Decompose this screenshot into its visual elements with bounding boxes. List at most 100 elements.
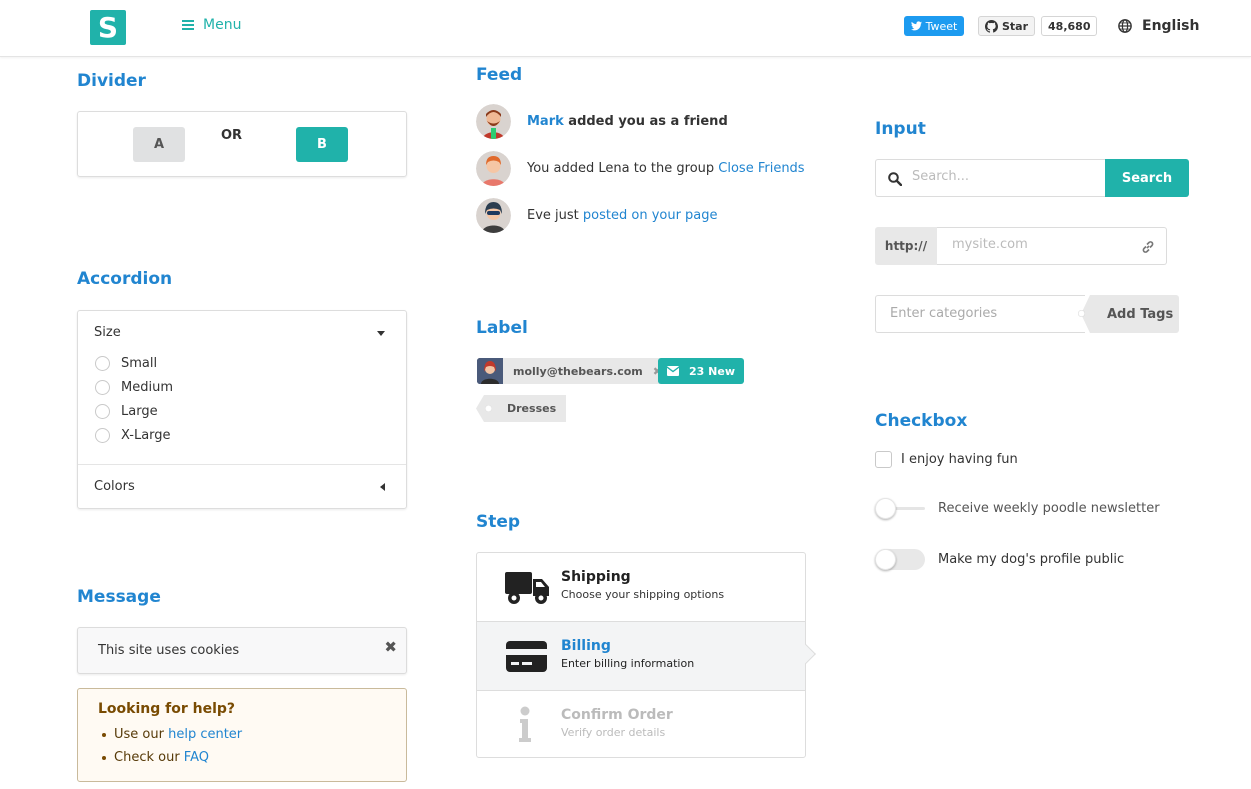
url-prefix-label: http:// <box>875 227 937 265</box>
toggle-knob[interactable] <box>875 549 896 570</box>
newsletter-slider[interactable] <box>875 498 925 519</box>
cookie-message-text: This site uses cookies <box>98 643 240 658</box>
step-description: Enter billing information <box>561 657 695 670</box>
avatar[interactable] <box>476 198 511 233</box>
info-icon <box>519 706 531 742</box>
step-shipping[interactable]: Shipping Choose your shipping options <box>477 553 805 621</box>
faq-link[interactable]: FAQ <box>184 750 209 765</box>
step-title: Shipping <box>561 569 631 585</box>
public-profile-toggle-row[interactable]: Make my dog's profile public <box>875 549 1125 570</box>
step-description: Choose your shipping options <box>561 588 725 601</box>
accordion-title-colors[interactable]: Colors <box>94 479 135 494</box>
feed-event: You added Lena to the group Close Friend… <box>476 151 805 186</box>
list-item: Check our FAQ <box>102 750 209 765</box>
tag-hole <box>1078 310 1085 317</box>
feed-event-text: Eve just <box>527 208 583 223</box>
caret-down-icon[interactable] <box>377 331 385 336</box>
accordion-separator <box>78 464 406 465</box>
categories-field[interactable] <box>875 295 1085 333</box>
avatar[interactable] <box>476 104 511 139</box>
step-title: Billing <box>561 638 611 654</box>
categories-input-group: Add Tags <box>875 295 1180 333</box>
checkbox[interactable] <box>875 451 892 468</box>
site-logo[interactable]: S <box>90 10 126 45</box>
feed-heading: Feed <box>476 65 523 85</box>
step-description: Verify order details <box>561 726 666 739</box>
avatar[interactable] <box>476 151 511 186</box>
github-star-button[interactable]: Star <box>978 16 1036 36</box>
search-button[interactable]: Search <box>1105 159 1189 197</box>
help-message: Looking for help? Use our help center Ch… <box>77 688 407 782</box>
checkbox-heading: Checkbox <box>875 411 968 431</box>
cookie-message: This site uses cookies ✖ <box>77 627 407 674</box>
radio-small[interactable]: Small <box>95 356 157 371</box>
bullet-icon <box>102 732 106 737</box>
radio-label: Large <box>121 404 158 419</box>
checkbox-label: I enjoy having fun <box>901 452 1018 467</box>
url-field[interactable] <box>937 227 1167 265</box>
envelope-icon <box>667 366 679 376</box>
categories-input[interactable] <box>890 306 1070 321</box>
link-icon <box>1142 241 1154 253</box>
language-label: English <box>1142 18 1200 34</box>
list-item: Use our help center <box>102 727 242 742</box>
menu-button[interactable]: Menu <box>182 17 241 33</box>
tweet-button[interactable]: Tweet <box>904 16 964 36</box>
language-selector[interactable]: English <box>1118 18 1199 34</box>
help-message-header: Looking for help? <box>98 701 236 717</box>
search-field[interactable] <box>875 159 1105 197</box>
url-input[interactable] <box>952 237 1122 252</box>
radio-label: Small <box>121 356 158 371</box>
radio-button[interactable] <box>95 356 110 371</box>
search-bar: Search <box>875 159 1189 197</box>
radio-large[interactable]: Large <box>95 404 158 419</box>
help-center-link[interactable]: help center <box>168 727 242 742</box>
github-icon <box>985 19 998 33</box>
option-a-button[interactable]: A <box>133 127 185 162</box>
accordion: Size Small Medium Large X-Large Colors <box>77 310 407 509</box>
github-star-count[interactable]: 48,680 <box>1041 16 1098 36</box>
or-divider-label: OR <box>221 128 243 143</box>
radio-medium[interactable]: Medium <box>95 380 173 395</box>
slider-knob[interactable] <box>875 498 896 519</box>
radio-button[interactable] <box>95 380 110 395</box>
list-item-text: Check our <box>114 750 184 765</box>
url-input-group: http:// <box>875 227 1167 265</box>
step-heading: Step <box>476 512 521 532</box>
feed-event: Eve just posted on your page <box>476 198 718 233</box>
new-text: New <box>708 364 735 378</box>
radio-label: X-Large <box>121 428 171 443</box>
new-mail-label[interactable]: 23 New <box>658 358 744 384</box>
fun-checkbox-row[interactable]: I enjoy having fun <box>875 451 1018 468</box>
github-star-widget: Star 48,680 <box>978 16 1098 36</box>
close-friends-link[interactable]: Close Friends <box>718 161 804 176</box>
search-input[interactable] <box>912 169 1092 184</box>
step-title: Confirm Order <box>561 707 673 723</box>
radio-button[interactable] <box>95 404 110 419</box>
slider-label: Receive weekly poodle newsletter <box>938 500 1160 516</box>
feed-user-link[interactable]: Mark <box>527 114 564 129</box>
steps: Shipping Choose your shipping options Bi… <box>476 552 816 758</box>
radio-button[interactable] <box>95 428 110 443</box>
github-star-label: Star <box>1002 19 1029 33</box>
newsletter-slider-row[interactable]: Receive weekly poodle newsletter <box>875 498 1160 519</box>
list-item-text: Use our <box>114 727 169 742</box>
feed-event: Mark added you as a friend <box>476 104 728 139</box>
accordion-title-size[interactable]: Size <box>94 325 121 340</box>
step-billing[interactable]: Billing Enter billing information <box>477 622 805 690</box>
profile-toggle[interactable] <box>875 549 925 570</box>
posted-link[interactable]: posted on your page <box>583 208 718 223</box>
tag-hole <box>485 405 492 412</box>
radio-label: Medium <box>121 380 173 395</box>
close-icon[interactable]: ✖ <box>384 638 397 656</box>
add-tags-button[interactable]: Add Tags <box>1081 295 1179 333</box>
avatar <box>477 358 503 384</box>
user-label[interactable]: molly@thebears.com ✖ <box>477 358 672 384</box>
option-b-button[interactable]: B <box>296 127 348 162</box>
radio-x-large[interactable]: X-Large <box>95 428 171 443</box>
caret-left-icon[interactable] <box>380 483 385 491</box>
top-navbar: S Menu Tweet Star 48,680 English <box>0 0 1251 57</box>
hamburger-icon <box>182 18 194 32</box>
twitter-icon <box>910 21 922 31</box>
toggle-label: Make my dog's profile public <box>938 551 1125 567</box>
